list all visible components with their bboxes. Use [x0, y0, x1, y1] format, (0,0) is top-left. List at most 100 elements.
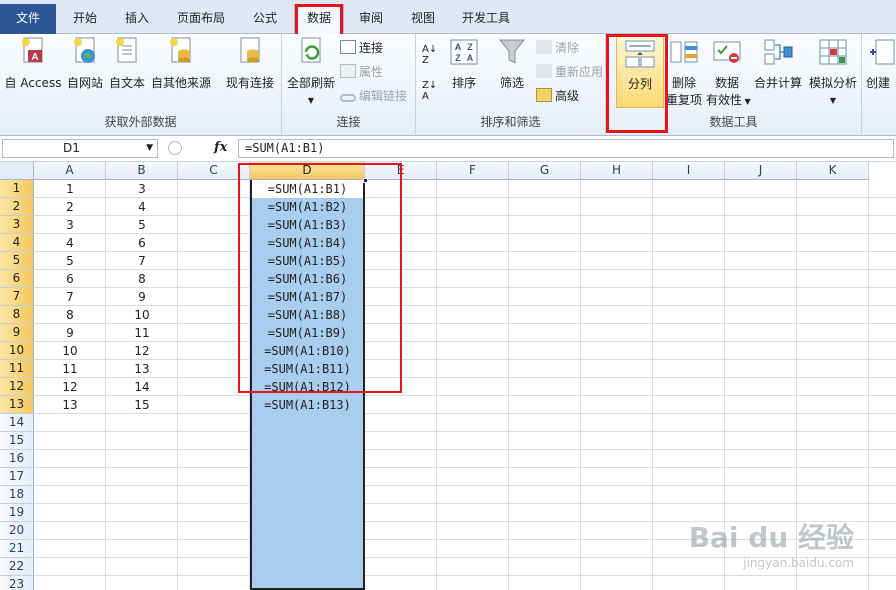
- row-header[interactable]: 13: [0, 396, 34, 414]
- advanced-filter-button[interactable]: 高级: [536, 86, 579, 106]
- from-text-button[interactable]: 自文本: [106, 36, 148, 92]
- name-box[interactable]: D1 ▼: [2, 139, 158, 158]
- sort-descending-button[interactable]: Z↓ A: [422, 80, 437, 102]
- row-header[interactable]: 17: [0, 468, 34, 486]
- worksheet-grid[interactable]: ABCDEFGHIJK 1 2 3 4 5 6 7 8 9 10 11 12 13 14 15 16 17 18 1…: [0, 162, 896, 590]
- cell-d-formula[interactable]: =SUM(A1:B13): [250, 396, 365, 414]
- properties-button[interactable]: 属性: [340, 62, 383, 82]
- reapply-button[interactable]: 重新应用: [536, 62, 603, 82]
- cell-a[interactable]: 2: [34, 198, 106, 216]
- cell-b[interactable]: 12: [106, 342, 178, 360]
- scroll-circle-icon: [168, 141, 182, 155]
- row-header[interactable]: 22: [0, 558, 34, 576]
- clear-filter-button[interactable]: 清除: [536, 38, 579, 58]
- cell-b[interactable]: 13: [106, 360, 178, 378]
- tab-page-layout[interactable]: 页面布局: [166, 5, 236, 33]
- cell-a[interactable]: 11: [34, 360, 106, 378]
- select-all-corner[interactable]: [0, 162, 34, 180]
- row-header[interactable]: 21: [0, 540, 34, 558]
- tab-review[interactable]: 审阅: [346, 5, 396, 33]
- row-header[interactable]: 10: [0, 342, 34, 360]
- cell-a[interactable]: 1: [34, 180, 106, 198]
- row-header[interactable]: 2: [0, 198, 34, 216]
- column-header-i[interactable]: I: [653, 162, 725, 180]
- cell-a[interactable]: 10: [34, 342, 106, 360]
- cell-a[interactable]: 4: [34, 234, 106, 252]
- row-header[interactable]: 18: [0, 486, 34, 504]
- properties-icon: [340, 64, 356, 78]
- filter-funnel-icon: [498, 39, 526, 64]
- from-other-sources-button[interactable]: 自其他来源: [148, 36, 214, 92]
- cell-a[interactable]: 3: [34, 216, 106, 234]
- row-header[interactable]: 23: [0, 576, 34, 590]
- ribbon-tab-bar: 文件 开始 插入 页面布局 公式 数据 审阅 视图 开发工具: [0, 0, 896, 34]
- cell-b[interactable]: 14: [106, 378, 178, 396]
- column-header-j[interactable]: J: [725, 162, 797, 180]
- edit-links-button[interactable]: 编辑链接: [340, 86, 407, 106]
- from-access-button[interactable]: A 自 Access: [4, 36, 62, 92]
- cell-a[interactable]: 8: [34, 306, 106, 324]
- create-group-button[interactable]: 创建: [866, 36, 896, 92]
- row-header[interactable]: 7: [0, 288, 34, 306]
- cell-b[interactable]: 4: [106, 198, 178, 216]
- column-header-h[interactable]: H: [581, 162, 653, 180]
- row-header[interactable]: 9: [0, 324, 34, 342]
- what-if-analysis-button[interactable]: 模拟分析 ▼: [806, 36, 860, 109]
- cell-b[interactable]: 7: [106, 252, 178, 270]
- from-web-button[interactable]: 自网站: [64, 36, 106, 92]
- cell-a[interactable]: 9: [34, 324, 106, 342]
- row-header[interactable]: 16: [0, 450, 34, 468]
- refresh-all-button[interactable]: 全部刷新 ▼: [286, 36, 336, 109]
- column-header-k[interactable]: K: [797, 162, 869, 180]
- row-header[interactable]: 14: [0, 414, 34, 432]
- cell-b[interactable]: 3: [106, 180, 178, 198]
- row-header[interactable]: 3: [0, 216, 34, 234]
- fx-icon[interactable]: fx: [214, 140, 234, 155]
- cell-b[interactable]: 6: [106, 234, 178, 252]
- row-header[interactable]: 8: [0, 306, 34, 324]
- column-header-g[interactable]: G: [509, 162, 581, 180]
- row-header[interactable]: 19: [0, 504, 34, 522]
- cell-b[interactable]: 15: [106, 396, 178, 414]
- cell-b[interactable]: 5: [106, 216, 178, 234]
- filter-button[interactable]: 筛选: [494, 36, 530, 92]
- tab-file[interactable]: 文件: [0, 4, 56, 34]
- tab-home[interactable]: 开始: [60, 5, 110, 33]
- cell-a[interactable]: 6: [34, 270, 106, 288]
- remove-duplicates-button[interactable]: 删除 重复项: [664, 36, 704, 109]
- row-header[interactable]: 12: [0, 378, 34, 396]
- row-header[interactable]: 15: [0, 432, 34, 450]
- tab-formulas[interactable]: 公式: [240, 5, 290, 33]
- tab-view[interactable]: 视图: [398, 5, 448, 33]
- cell-b[interactable]: 9: [106, 288, 178, 306]
- row-header[interactable]: 1: [0, 180, 34, 198]
- link-icon: [340, 94, 356, 102]
- column-header-a[interactable]: A: [34, 162, 106, 180]
- cell-b[interactable]: 10: [106, 306, 178, 324]
- connections-icon: [340, 40, 356, 54]
- row-header[interactable]: 11: [0, 360, 34, 378]
- cell-b[interactable]: 11: [106, 324, 178, 342]
- chevron-down-icon[interactable]: ▼: [146, 140, 153, 157]
- row-header[interactable]: 6: [0, 270, 34, 288]
- row-header[interactable]: 5: [0, 252, 34, 270]
- cell-a[interactable]: 7: [34, 288, 106, 306]
- consolidate-button[interactable]: 合并计算: [750, 36, 806, 92]
- tab-insert[interactable]: 插入: [112, 5, 162, 33]
- cell-a[interactable]: 13: [34, 396, 106, 414]
- data-validation-button[interactable]: 数据 有效性 ▼: [706, 36, 751, 110]
- sort-button[interactable]: AZZA 排序: [444, 36, 484, 92]
- connections-button[interactable]: 连接: [340, 38, 383, 58]
- advanced-filter-icon: [536, 88, 552, 102]
- cell-a[interactable]: 5: [34, 252, 106, 270]
- column-header-b[interactable]: B: [106, 162, 178, 180]
- row-header[interactable]: 4: [0, 234, 34, 252]
- cell-a[interactable]: 12: [34, 378, 106, 396]
- column-header-f[interactable]: F: [437, 162, 509, 180]
- row-header[interactable]: 20: [0, 522, 34, 540]
- sort-ascending-button[interactable]: A↓ Z: [422, 44, 437, 66]
- cell-b[interactable]: 8: [106, 270, 178, 288]
- formula-input[interactable]: =SUM(A1:B1): [238, 139, 894, 158]
- tab-developer[interactable]: 开发工具: [450, 5, 522, 33]
- existing-connections-button[interactable]: 现有连接: [222, 36, 278, 92]
